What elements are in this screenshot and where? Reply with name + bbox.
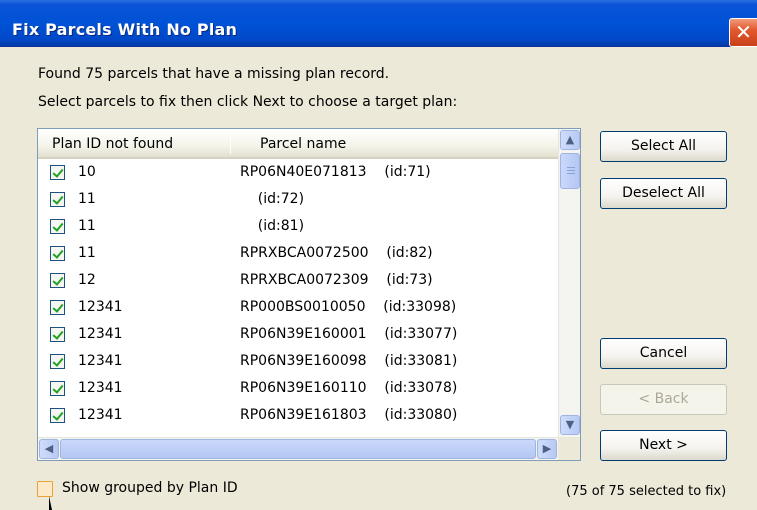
parcel-name-cell: RPRXBCA0072500 (id:82) [240,245,433,261]
column-header-plan-id[interactable]: Plan ID not found [52,136,173,152]
plan-id-cell: 12341 [78,380,123,396]
row-checkbox[interactable] [50,300,65,315]
row-checkbox[interactable] [50,246,65,261]
close-button[interactable]: ✕ [729,18,757,47]
parcel-name-cell: RPRXBCA0072309 (id:73) [240,272,433,288]
grip-line [567,173,575,174]
vertical-scroll-thumb[interactable] [560,153,580,189]
row-checkbox[interactable] [50,165,65,180]
plan-id-cell: 12341 [78,407,123,423]
plan-id-cell: 12341 [78,299,123,315]
table-row[interactable]: 11 (id:72) [38,186,558,213]
table-row[interactable]: 12341 RP000BS0010050 (id:33098) [38,294,558,321]
plan-id-cell: 11 [78,245,96,261]
row-checkbox[interactable] [50,354,65,369]
show-grouped-label[interactable]: Show grouped by Plan ID [62,480,238,496]
table-row[interactable]: 12341 RP06N39E160098 (id:33081) [38,348,558,375]
row-checkbox[interactable] [50,273,65,288]
list-header: Plan ID not found Parcel name [38,129,558,159]
grip-line [567,167,575,168]
plan-id-cell: 10 [78,164,96,180]
message-line-1: Found 75 parcels that have a missing pla… [38,66,390,82]
table-row[interactable]: 11 (id:81) [38,213,558,240]
parcel-name-cell: RP06N39E161803 (id:33080) [240,407,458,423]
row-checkbox[interactable] [50,192,65,207]
select-all-button[interactable]: Select All [600,131,727,162]
row-checkbox[interactable] [50,219,65,234]
parcel-name-cell: RP000BS0010050 (id:33098) [240,299,457,315]
message-line-2: Select parcels to fix then click Next to… [38,94,458,110]
scroll-up-icon[interactable]: ▲ [560,130,580,150]
back-button[interactable]: < Back [600,384,727,415]
parcel-name-cell: RP06N39E160098 (id:33081) [240,353,458,369]
window-title: Fix Parcels With No Plan [12,20,238,39]
table-row[interactable]: 11 RPRXBCA0072500 (id:82) [38,240,558,267]
table-row[interactable]: 12341 RP06N39E160110 (id:33078) [38,375,558,402]
table-row[interactable]: 12 RPRXBCA0072309 (id:73) [38,267,558,294]
row-checkbox[interactable] [50,327,65,342]
scrollbar-corner [558,437,580,460]
cancel-button[interactable]: Cancel [600,338,727,369]
scroll-left-icon[interactable]: ◀ [39,439,59,459]
plan-id-cell: 11 [78,191,96,207]
parcel-list[interactable]: Plan ID not found Parcel name 10 RP06N40… [37,128,581,461]
parcel-name-cell: RP06N39E160001 (id:33077) [240,326,458,342]
table-row[interactable]: 10 RP06N40E071813 (id:71) [38,159,558,186]
row-checkbox[interactable] [50,408,65,423]
horizontal-scroll-thumb[interactable] [60,439,536,459]
grip-line [567,170,575,171]
column-header-parcel-name[interactable]: Parcel name [260,136,346,152]
parcel-name-cell: RP06N39E160110 (id:33078) [240,380,458,396]
title-bar: Fix Parcels With No Plan [0,0,757,47]
row-checkbox[interactable] [50,381,65,396]
deselect-all-button[interactable]: Deselect All [600,178,727,209]
mouse-cursor-icon [49,496,52,510]
parcel-name-cell: RP06N40E071813 (id:71) [240,164,431,180]
plan-id-cell: 12341 [78,353,123,369]
scroll-down-icon[interactable]: ▼ [560,415,580,435]
next-button[interactable]: Next > [600,430,727,461]
plan-id-cell: 12341 [78,326,123,342]
parcel-name-cell: (id:72) [240,191,305,207]
parcel-name-cell: (id:81) [240,218,305,234]
plan-id-cell: 12 [78,272,96,288]
table-row[interactable]: 12341 RP06N39E161803 (id:33080) [38,402,558,429]
vertical-scrollbar[interactable]: ▲ ▼ [558,129,580,437]
scroll-right-icon[interactable]: ▶ [537,439,557,459]
selection-status: (75 of 75 selected to fix) [566,484,727,499]
table-row[interactable]: 12341 RP06N39E160001 (id:33077) [38,321,558,348]
horizontal-scrollbar[interactable]: ◀ ▶ [38,437,558,460]
column-divider[interactable] [230,134,231,154]
plan-id-cell: 11 [78,218,96,234]
show-grouped-checkbox[interactable] [37,481,53,497]
